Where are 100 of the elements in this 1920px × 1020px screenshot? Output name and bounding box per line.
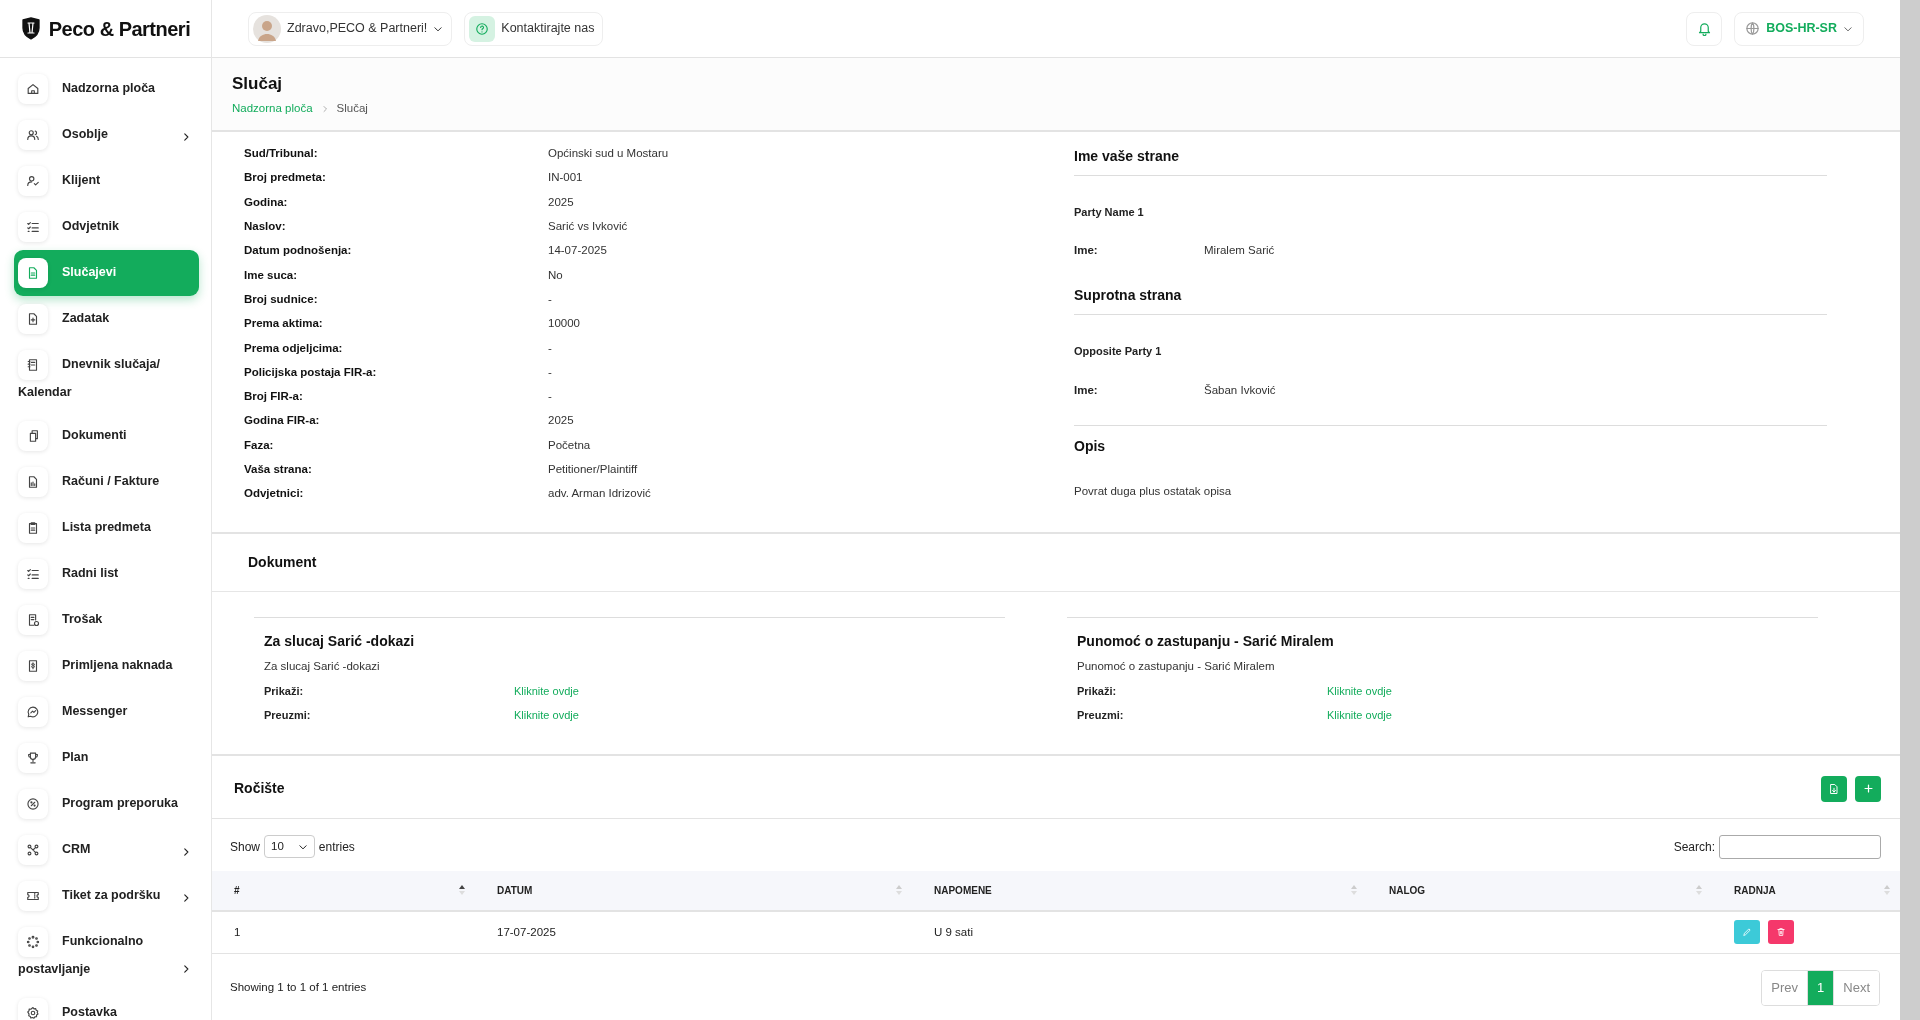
- checklist-icon: [26, 567, 40, 581]
- field-label: Preuzmi:: [1077, 708, 1125, 724]
- sidebar-item[interactable]: Zadatak: [14, 296, 199, 342]
- sidebar-item[interactable]: Trošak: [14, 597, 199, 643]
- field-label: Prema odjeljcima:: [244, 340, 344, 356]
- column-header[interactable]: DATUM: [475, 870, 912, 911]
- users-icon: [26, 128, 40, 142]
- user-menu[interactable]: Zdravo,PECO & Partneri!: [248, 11, 453, 46]
- settings-icon: [26, 1006, 40, 1020]
- section-heading: Ročište: [234, 779, 285, 799]
- section-heading: Opis: [1074, 437, 1107, 457]
- field-label: Godina FIR-a:: [244, 413, 321, 429]
- column-header[interactable]: #: [212, 870, 475, 911]
- page-title: Slučaj: [232, 74, 284, 95]
- field-value: adv. Arman Idrizović: [548, 486, 651, 502]
- notebook-icon: [26, 358, 40, 372]
- add-button[interactable]: [1855, 775, 1881, 802]
- description-text: Povrat duga plus ostatak opisa: [1074, 484, 1233, 500]
- document-icon: [1828, 782, 1840, 795]
- sidebar-item[interactable]: Lista predmeta: [14, 505, 199, 551]
- export-button[interactable]: [1821, 775, 1847, 802]
- field-value: 2025: [548, 194, 574, 210]
- sidebar-item[interactable]: Messenger: [14, 689, 199, 735]
- sidebar-item[interactable]: Primljena naknada: [14, 643, 199, 689]
- delete-button[interactable]: [1768, 920, 1794, 945]
- percent-badge-icon: [26, 797, 40, 811]
- sidebar-item[interactable]: Odvjetnik: [14, 204, 199, 250]
- avatar: [253, 14, 281, 43]
- user-check-icon: [26, 174, 40, 188]
- field-value: -: [548, 364, 552, 380]
- money-document-icon: [26, 659, 40, 673]
- sidebar-item[interactable]: Osoblje: [14, 112, 199, 158]
- sidebar-item[interactable]: Funkcionalno postavljanje: [14, 919, 199, 990]
- sidebar-item[interactable]: Računi / Fakture: [14, 459, 199, 505]
- field-value: Šaban Ivković: [1204, 382, 1276, 398]
- field-value: IN-001: [548, 170, 583, 186]
- field-label: Ime suca:: [244, 267, 299, 283]
- pagination-button[interactable]: Prev: [1762, 971, 1809, 1005]
- sidebar-item[interactable]: Radni list: [14, 551, 199, 597]
- sidebar-item[interactable]: Dokumenti: [14, 413, 199, 459]
- field-label: Prikaži:: [264, 683, 305, 699]
- field-value: 14-07-2025: [548, 243, 607, 259]
- sidebar-item[interactable]: Program preporuka: [14, 781, 199, 827]
- globe-icon: [1745, 21, 1761, 36]
- field-value: Petitioner/Plaintiff: [548, 462, 638, 477]
- home-icon: [26, 82, 40, 96]
- party-title: Party Name 1: [1074, 204, 1145, 220]
- table-cell: 1: [212, 910, 475, 954]
- shield-logo-icon: [20, 16, 41, 41]
- help-icon: [475, 21, 490, 36]
- sidebar-item[interactable]: Dnevnik slučaja/ Kalendar: [14, 342, 199, 413]
- field-value: 10000: [548, 316, 580, 332]
- clipboard-icon: [26, 521, 40, 535]
- page-length-select[interactable]: 10: [264, 835, 315, 859]
- document-icon: [26, 266, 40, 280]
- field-label: Prikaži:: [1077, 683, 1118, 699]
- field-value: Sarić vs Ivković: [548, 219, 628, 235]
- checklist-icon: [26, 220, 40, 234]
- document-plus-icon: [26, 312, 40, 326]
- contact-button[interactable]: Kontaktirajte nas: [464, 11, 604, 46]
- field-value: Miralem Sarić: [1204, 243, 1275, 259]
- trash-icon: [1776, 927, 1786, 938]
- network-icon: [26, 843, 40, 857]
- field-value: Početna: [548, 437, 591, 453]
- sidebar-item[interactable]: Postavka: [14, 990, 199, 1020]
- brand-name: Peco & Partneri: [48, 16, 191, 42]
- field-value: Općinski sud u Mostaru: [548, 146, 669, 162]
- scrollbar[interactable]: [1900, 0, 1920, 1020]
- column-header[interactable]: NALOG: [1367, 870, 1712, 911]
- document-subtitle: Za slucaj Sarić -dokazi: [264, 658, 381, 674]
- field-value: -: [548, 340, 552, 356]
- sidebar-item[interactable]: CRM: [14, 827, 199, 873]
- party-title: Opposite Party 1: [1074, 344, 1163, 360]
- field-label: Prema aktima:: [244, 316, 324, 332]
- field-label: Sud/Tribunal:: [244, 146, 319, 162]
- edit-button[interactable]: [1734, 920, 1760, 945]
- column-header[interactable]: RADNJA: [1712, 870, 1900, 911]
- chevron-right-icon: [320, 105, 329, 113]
- chat-icon: [26, 705, 40, 719]
- sidebar-item[interactable]: Tiket za podršku: [14, 873, 199, 919]
- ticket-icon: [26, 889, 40, 903]
- field-label: Broj predmeta:: [244, 170, 327, 186]
- sidebar-item[interactable]: Klijent: [14, 158, 199, 204]
- field-label: Ime:: [1074, 243, 1099, 259]
- show-label: Show: [230, 838, 261, 856]
- invoice-icon: [26, 475, 40, 489]
- field-label: Faza:: [244, 437, 275, 453]
- notification-button[interactable]: [1686, 11, 1723, 46]
- search-field[interactable]: [1719, 834, 1881, 859]
- field-value: 2025: [548, 413, 574, 429]
- field-label: Godina:: [244, 194, 289, 210]
- bell-icon: [1696, 21, 1712, 36]
- sidebar-item[interactable]: Plan: [14, 735, 199, 781]
- field-label: Naslov:: [244, 219, 287, 235]
- breadcrumb-current: Slučaj: [336, 101, 368, 117]
- sidebar-item[interactable]: Nadzorna ploča: [14, 66, 199, 112]
- field-label: Preuzmi:: [264, 708, 312, 724]
- field-label: Broj FIR-a:: [244, 389, 304, 405]
- field-label: Ime:: [1074, 382, 1099, 398]
- column-header[interactable]: NAPOMENE: [912, 870, 1367, 911]
